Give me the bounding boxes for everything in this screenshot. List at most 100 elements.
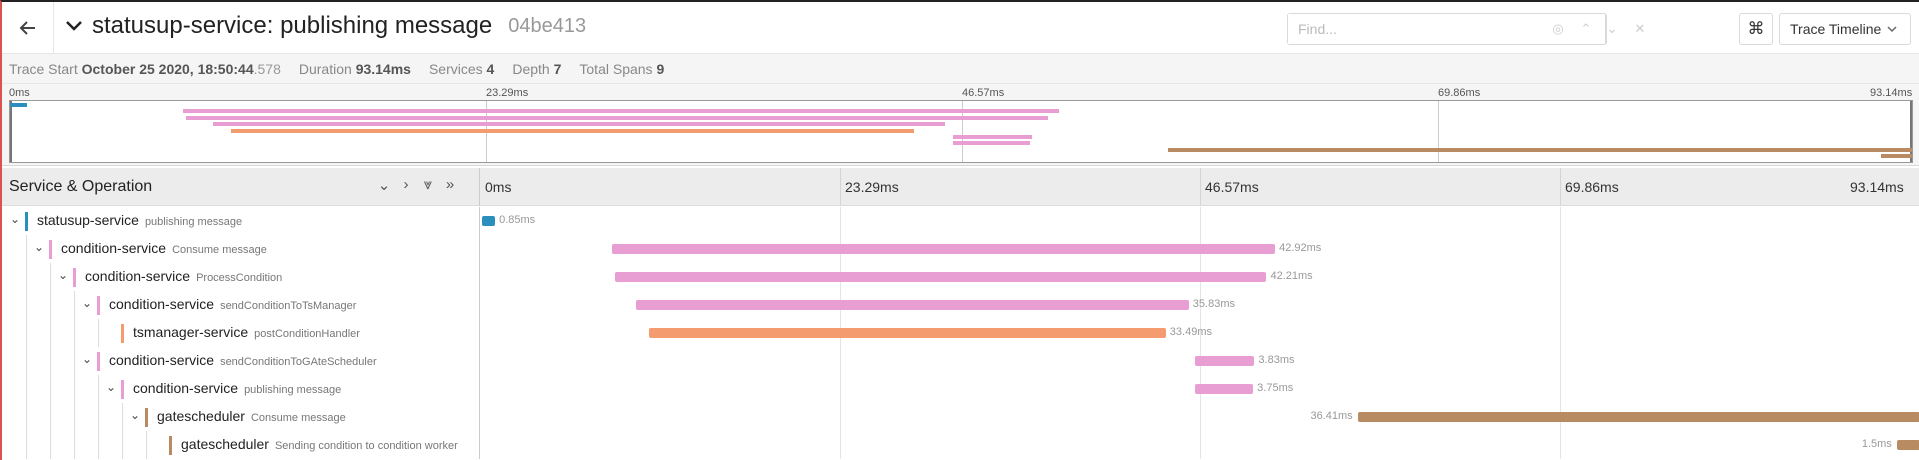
span-bar[interactable] <box>1195 356 1255 366</box>
span-row[interactable]: ⌄ condition-service sendConditionToGAteSch… <box>2 347 1919 375</box>
indent-guide <box>26 375 27 403</box>
minimap-left-handle[interactable] <box>10 101 12 162</box>
trace-depth: Depth 7 <box>512 60 562 77</box>
span-name-cell[interactable]: ⌄ condition-service ProcessCondition <box>2 263 480 291</box>
minimap-span-bar <box>182 109 1059 114</box>
expand-all-icon[interactable]: » <box>440 176 460 193</box>
command-icon: ⌘ <box>1747 19 1765 38</box>
indent-guide <box>50 291 51 319</box>
back-button[interactable] <box>2 2 54 54</box>
span-timeline-cell[interactable]: 42.21ms <box>480 263 1919 291</box>
span-name-cell[interactable]: ⌄ statusup-service publishing message <box>2 207 480 235</box>
span-row[interactable]: ⌄ condition-service ProcessCondition 42.21m… <box>2 263 1919 291</box>
span-row[interactable]: gatescheduler Sending condition to condit… <box>2 431 1919 459</box>
span-bar[interactable] <box>648 328 1166 338</box>
operation-name-text: sendConditionToTsManager <box>220 300 357 312</box>
span-row[interactable]: ⌄ statusup-service publishing message 0.85m… <box>2 207 1919 235</box>
trace-minimap[interactable]: 0ms 23.29ms 46.57ms 69.86ms 93.14ms <box>2 84 1919 166</box>
chevron-down-icon[interactable]: ⌄ <box>8 212 22 226</box>
span-name-cell[interactable]: ⌄ gatescheduler Consume message <box>2 403 480 431</box>
indent-guide <box>74 319 75 347</box>
span-bar[interactable] <box>1896 440 1919 450</box>
service-color-marker <box>121 324 124 343</box>
timeline-tick-label: 69.86ms <box>1565 179 1619 195</box>
span-duration-label: 3.83ms <box>1258 354 1295 366</box>
timeline-grid-line <box>1560 347 1561 375</box>
chevron-down-icon[interactable]: ⌄ <box>56 268 70 282</box>
timeline-grid-line <box>1200 403 1201 431</box>
span-row[interactable]: ⌄ condition-service publishing message 3.75… <box>2 375 1919 403</box>
span-bar[interactable] <box>1195 384 1254 394</box>
indent-guide <box>50 431 51 459</box>
find-box: ◎ ⌃ ⌄ ✕ <box>1287 13 1645 45</box>
timeline-grid-line <box>1200 431 1201 459</box>
chevron-down-icon[interactable]: ⌄ <box>80 352 94 366</box>
span-timeline-cell[interactable]: 36.41ms <box>480 403 1919 431</box>
service-color-marker <box>25 212 28 231</box>
service-color-marker <box>121 380 124 399</box>
minimap-grid-line <box>1438 101 1439 162</box>
view-selector[interactable]: Trace Timeline <box>1779 13 1911 45</box>
span-name-cell[interactable]: tsmanager-service postConditionHandler <box>2 319 480 347</box>
locate-icon[interactable]: ◎ <box>1544 14 1572 44</box>
span-bar[interactable] <box>614 272 1267 282</box>
chevron-down-icon[interactable]: ⌄ <box>104 380 118 394</box>
span-bar[interactable] <box>612 244 1276 254</box>
service-color-marker <box>49 240 52 259</box>
trace-title-toggle[interactable]: statusup-service: publishing message 04b… <box>66 12 586 40</box>
chevron-down-icon[interactable]: ⌄ <box>1598 14 1626 44</box>
chevron-down-icon[interactable]: ⌄ <box>32 240 46 254</box>
minimap-tick-label: 46.57ms <box>962 87 1005 99</box>
span-service-name: condition-service sendConditionToTsManage… <box>109 296 356 312</box>
span-name-cell[interactable]: ⌄ condition-service sendConditionToGAteSch… <box>2 347 480 375</box>
clear-icon[interactable]: ✕ <box>1626 14 1654 44</box>
span-timeline-cell[interactable]: 0.85ms <box>480 207 1919 235</box>
indent-guide <box>50 319 51 347</box>
timeline-header: Service & Operation ⌄ › ⩔ » 0ms 23.29ms … <box>2 168 1919 206</box>
timeline-tick-label: 23.29ms <box>845 179 899 195</box>
chevron-down-icon[interactable]: ⌄ <box>128 408 142 422</box>
timeline-grid-line <box>840 168 841 206</box>
timeline-grid-line <box>1200 168 1201 206</box>
expand-one-icon[interactable]: › <box>396 176 416 193</box>
span-name-cell[interactable]: ⌄ condition-service Consume message <box>2 235 480 263</box>
minimap-canvas[interactable] <box>9 100 1913 163</box>
span-row[interactable]: tsmanager-service postConditionHandler 33.… <box>2 319 1919 347</box>
span-service-name: tsmanager-service postConditionHandler <box>133 324 360 340</box>
indent-guide <box>74 347 75 375</box>
span-bar[interactable] <box>482 216 496 226</box>
indent-guide <box>122 403 123 431</box>
service-color-marker <box>73 268 76 287</box>
span-name-cell[interactable]: ⌄ condition-service publishing message <box>2 375 480 403</box>
span-name-cell[interactable]: ⌄ condition-service sendConditionToTsManag… <box>2 291 480 319</box>
span-row[interactable]: ⌄ condition-service Consume message 42.92ms <box>2 235 1919 263</box>
timeline-grid-line <box>1560 375 1561 403</box>
span-service-name: statusup-service publishing message <box>37 212 242 228</box>
timeline-grid-line <box>1560 263 1561 291</box>
chevron-down-icon[interactable]: ⌄ <box>80 296 94 310</box>
indent-guide <box>26 431 27 459</box>
chevron-up-icon[interactable]: ⌃ <box>1572 14 1600 44</box>
span-timeline-cell[interactable]: 3.83ms <box>480 347 1919 375</box>
span-name-cell[interactable]: gatescheduler Sending condition to condit… <box>2 431 480 459</box>
span-bar[interactable] <box>635 300 1189 310</box>
span-timeline-cell[interactable]: 1.5ms <box>480 431 1919 459</box>
span-timeline-cell[interactable]: 3.75ms <box>480 375 1919 403</box>
span-timeline-cell[interactable]: 33.49ms <box>480 319 1919 347</box>
span-row[interactable]: ⌄ gatescheduler Consume message 36.41ms <box>2 403 1919 431</box>
span-timeline-cell[interactable]: 42.92ms <box>480 235 1919 263</box>
timeline-grid-line <box>1560 431 1561 459</box>
span-rows: ⌄ statusup-service publishing message 0.85m… <box>2 207 1919 460</box>
collapse-all-icon[interactable]: ⩔ <box>418 176 438 193</box>
minimap-right-handle[interactable] <box>1910 101 1912 162</box>
collapse-one-icon[interactable]: ⌄ <box>374 176 394 194</box>
minimap-span-bar <box>1168 147 1912 152</box>
span-timeline-cell[interactable]: 35.83ms <box>480 291 1919 319</box>
minimap-span-bar <box>213 122 945 127</box>
minimap-tick-label: 93.14ms <box>1870 87 1913 99</box>
keyboard-shortcuts-button[interactable]: ⌘ <box>1739 13 1773 45</box>
trace-start: Trace Start October 25 2020, 18:50:44.57… <box>9 60 281 77</box>
span-row[interactable]: ⌄ condition-service sendConditionToTsManag… <box>2 291 1919 319</box>
span-bar[interactable] <box>1357 412 1919 422</box>
trace-total-spans: Total Spans 9 <box>579 60 665 77</box>
